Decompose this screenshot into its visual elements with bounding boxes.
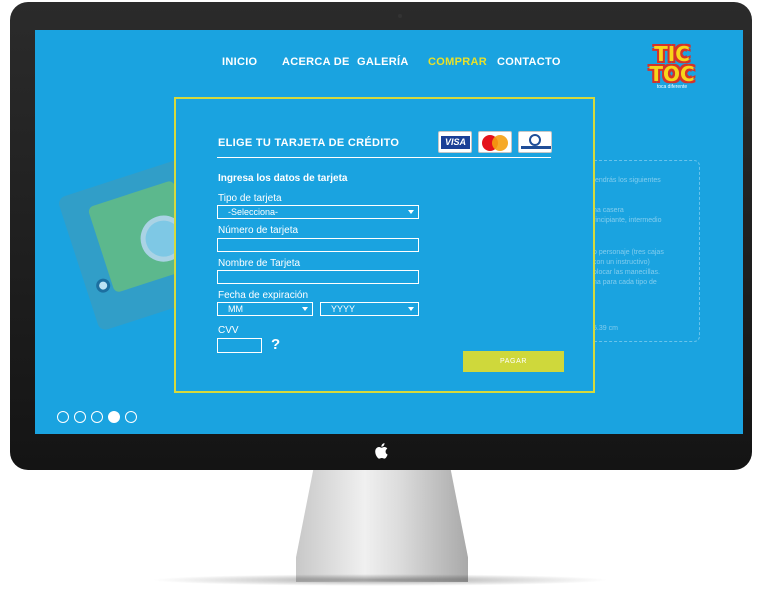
logo-line-tic: TIC: [654, 42, 690, 66]
modal-title: ELIGE TU TARJETA DE CRÉDITO: [218, 137, 400, 149]
product-description-card: tendrás los siguientes na casera rincipi…: [588, 160, 700, 342]
tic-toc-logo[interactable]: TIC TOC toca diferente: [643, 42, 701, 92]
visa-label: VISA: [441, 136, 470, 149]
description-line: rincipiante, intermedio: [593, 217, 662, 224]
nav-item-comprar[interactable]: COMPRAR: [428, 56, 487, 68]
chevron-down-icon: [408, 307, 414, 311]
slider-dot[interactable]: [125, 411, 137, 423]
slider-dot[interactable]: [74, 411, 86, 423]
nav-item-inicio[interactable]: INICIO: [222, 56, 257, 68]
payment-modal: ELIGE TU TARJETA DE CRÉDITO VISA Ingresa…: [174, 97, 595, 393]
chevron-down-icon: [302, 307, 308, 311]
description-line: na casera: [593, 207, 624, 214]
apple-icon: [375, 443, 388, 459]
expiration-month-select[interactable]: MM: [217, 302, 313, 316]
slider-dot[interactable]: [57, 411, 69, 423]
expiration-label: Fecha de expiración: [218, 290, 309, 301]
stand-shadow: [150, 574, 610, 586]
eye-icon: [94, 276, 113, 295]
slider-dot[interactable]: [91, 411, 103, 423]
diners-club-icon[interactable]: [518, 131, 552, 153]
slider-dot-active[interactable]: [108, 411, 120, 423]
monitor-stand: [296, 470, 468, 582]
description-line: o personaje (tres cajas: [593, 249, 664, 256]
pay-button[interactable]: PAGAR: [463, 351, 564, 372]
cvv-label: CVV: [218, 325, 239, 336]
logo-tagline: toca diferente: [656, 84, 688, 90]
nav-item-galeria[interactable]: GALERÍA: [357, 56, 409, 68]
title-divider: [217, 157, 551, 158]
nav-item-contacto[interactable]: CONTACTO: [497, 56, 561, 68]
expiration-year-value: YYYY: [331, 304, 356, 314]
camera-icon: [398, 14, 402, 18]
card-name-input[interactable]: [217, 270, 419, 284]
main-nav: INICIO ACERCA DE GALERÍA COMPRAR CONTACT…: [35, 56, 743, 76]
expiration-year-select[interactable]: YYYY: [320, 302, 419, 316]
description-line: olocar las manecillas.: [593, 269, 660, 276]
card-name-label: Nombre de Tarjeta: [218, 258, 301, 269]
description-line: con un instructivo): [593, 259, 650, 266]
description-line: na para cada tipo de: [593, 279, 657, 286]
card-type-label: Tipo de tarjeta: [218, 193, 282, 204]
expiration-month-value: MM: [228, 304, 243, 314]
cvv-help-icon[interactable]: ?: [271, 336, 280, 353]
description-line: tendrás los siguientes: [593, 177, 661, 184]
logo-line-toc: TOC: [649, 62, 695, 86]
card-type-value: -Selecciona-: [228, 207, 279, 217]
card-number-label: Número de tarjeta: [218, 225, 299, 236]
description-line: 5.39 cm: [593, 325, 618, 332]
website-screen: INICIO ACERCA DE GALERÍA COMPRAR CONTACT…: [35, 30, 743, 434]
visa-card-icon[interactable]: VISA: [438, 131, 472, 153]
card-number-input[interactable]: [217, 238, 419, 252]
mastercard-icon[interactable]: [478, 131, 512, 153]
form-subtitle: Ingresa los datos de tarjeta: [218, 173, 348, 184]
chevron-down-icon: [408, 210, 414, 214]
cvv-input[interactable]: [217, 338, 262, 353]
nav-item-acerca-de[interactable]: ACERCA DE: [282, 56, 350, 68]
card-type-select[interactable]: -Selecciona-: [217, 205, 419, 219]
